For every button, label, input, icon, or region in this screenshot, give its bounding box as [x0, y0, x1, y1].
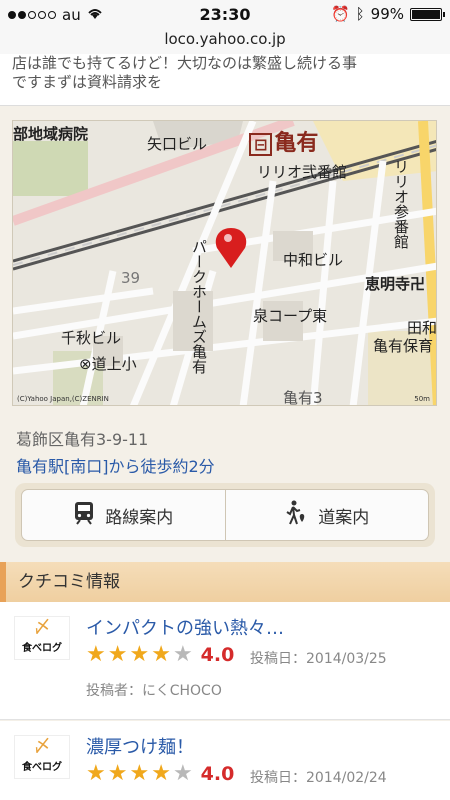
rating-stars: ★ ★ ★ ★ ★ 4.0 — [86, 642, 235, 667]
bluetooth-icon: ᛒ — [355, 5, 365, 23]
review-item[interactable]: 〆 食べログ 濃厚つけ麺！ ★ ★ ★ ★ ★ 4.0 投稿日：2014/02/24 — [0, 721, 450, 800]
star-icon: ★ — [129, 642, 150, 667]
review-date: 投稿日：2014/02/24 — [250, 770, 387, 786]
rating-score: 4.0 — [200, 644, 235, 666]
map-label-coop: 泉コープ東 — [253, 307, 328, 325]
url-text[interactable]: loco.yahoo.co.jp — [164, 30, 285, 48]
review-item[interactable]: 〆 食べログ インパクトの強い熱々… ★ ★ ★ ★ ★ 4.0 投稿日：2014/03… — [0, 602, 450, 720]
ad-snippet[interactable]: 店は誰でも持てるけど！大切なのは繁盛し続ける事 ですまずは資料請求を — [0, 54, 450, 106]
section-header: クチコミ情報 — [0, 562, 450, 602]
battery-percent: 99% — [370, 5, 404, 23]
rating-score: 4.0 — [200, 763, 235, 785]
map-label-station: ⊟ 亀有 — [249, 125, 318, 157]
review-date: 投稿日：2014/03/25 — [250, 651, 387, 667]
spoon-icon: 〆 — [33, 736, 51, 757]
star-icon: ★ — [86, 761, 106, 786]
review-title[interactable]: 濃厚つけ麺！ — [86, 733, 194, 759]
map-label-chuwa: 中和ビル — [283, 251, 344, 269]
status-bar: au 23:30 ⏰ ᛒ 99% — [0, 0, 450, 30]
train-icon — [73, 501, 95, 530]
nav-buttons: 路線案内 道案内 — [15, 483, 435, 547]
snippet-line-2: ですまずは資料請求を — [12, 73, 163, 91]
walking-icon — [284, 500, 308, 531]
map-roads — [13, 121, 436, 405]
map-label-hospital: 部地域病院 — [13, 125, 89, 143]
snippet-line-1: 店は誰でも持てるけど！大切なのは繁盛し続ける事 — [12, 54, 358, 72]
map-label-emmei: 恵明寺卍 — [365, 275, 426, 293]
map-label-rio2: リリオ弐番館 — [257, 163, 348, 181]
route-button[interactable]: 路線案内 — [22, 490, 225, 540]
map-scale: 50m — [414, 395, 430, 403]
map[interactable]: 部地域病院 矢口ビル ⊟ 亀有 リリオ弐番館 リリオ参番館 パークホームズ亀有 中… — [12, 120, 437, 406]
star-icon: ★ — [107, 642, 128, 667]
battery-icon — [410, 7, 445, 21]
route-label: 路線案内 — [105, 507, 174, 528]
walk-button[interactable]: 道案内 — [224, 490, 429, 540]
map-label-kameari3: 亀有3 — [283, 389, 323, 406]
star-icon: ★ — [129, 761, 150, 786]
review-title[interactable]: インパクトの強い熱々… — [86, 614, 284, 640]
map-label-39: 39 — [121, 269, 141, 287]
url-bar[interactable]: loco.yahoo.co.jp — [0, 30, 450, 54]
spoon-icon: 〆 — [33, 617, 51, 638]
review-author: 投稿者：にくCHOCO — [86, 683, 222, 699]
map-label-senshu: 千秋ビル — [61, 329, 122, 347]
map-copyright: (C)Yahoo Japan,(C)ZENRIN — [17, 395, 109, 403]
tabelog-logo: 〆 食べログ — [14, 735, 70, 779]
address: 葛飾区亀有3-9-11 — [16, 430, 149, 449]
alarm-icon: ⏰ — [330, 5, 350, 23]
star-icon: ★ — [172, 642, 193, 667]
star-icon: ★ — [151, 642, 171, 667]
nav-buttons-inner: 路線案内 道案内 — [21, 489, 429, 541]
access-link[interactable]: 亀有駅[南口]から徒歩約2分 — [16, 453, 215, 477]
map-label-park: パークホームズ亀有 — [190, 239, 208, 374]
star-icon: ★ — [86, 642, 106, 667]
walk-label: 道案内 — [318, 507, 370, 528]
map-label-kameyu: 亀有保育 — [373, 337, 434, 355]
star-icon: ★ — [172, 761, 193, 786]
map-label-yaguchi: 矢口ビル — [147, 135, 208, 153]
map-label-rio3: リリオ参番館 — [392, 159, 410, 249]
status-right: ⏰ ᛒ 99% — [330, 5, 445, 23]
tabelog-logo: 〆 食べログ — [14, 616, 70, 660]
star-icon: ★ — [107, 761, 128, 786]
rating-stars: ★ ★ ★ ★ ★ 4.0 — [86, 761, 235, 786]
map-label-school: ⊗道上小 — [79, 355, 137, 373]
star-icon: ★ — [151, 761, 171, 786]
